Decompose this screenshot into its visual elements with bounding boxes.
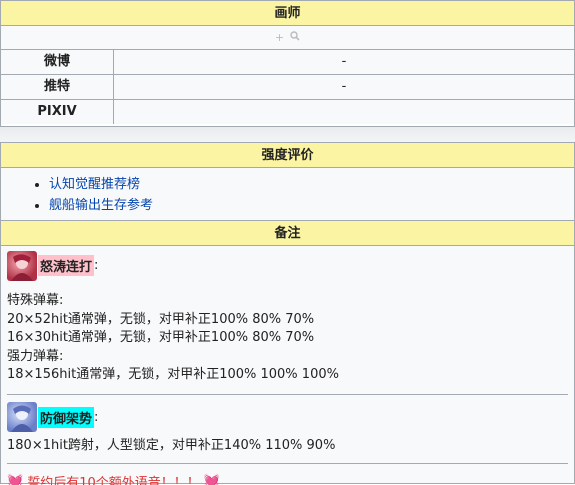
skill-icon-blue — [7, 402, 37, 432]
skill1-line: 强力弹幕: — [7, 348, 64, 364]
artist-row-pixiv: PIXIV — [1, 100, 574, 124]
oath-voice-note: 💓 誓约后有10个额外语音！！！ 💓 — [7, 472, 568, 485]
skill-colon: : — [94, 258, 99, 273]
artist-toolbar: + — [1, 26, 574, 50]
notes-header: 备注 — [1, 221, 574, 246]
rating-header: 强度评价 — [1, 143, 574, 168]
list-item: 舰船输出生存参考 — [49, 195, 574, 216]
rating-link-output-survival[interactable]: 舰船输出生存参考 — [49, 198, 153, 213]
divider — [7, 463, 568, 464]
row-label: 微博 — [1, 50, 114, 74]
row-label: PIXIV — [1, 100, 114, 124]
rating-table: 强度评价 认知觉醒推荐榜 舰船输出生存参考 — [0, 142, 575, 221]
artist-table: 画师 + 微博 - 推特 - PIXIV — [0, 0, 575, 127]
rating-link-awakening[interactable]: 认知觉醒推荐榜 — [49, 177, 140, 192]
notes-table: 备注 怒涛连打 : 特殊弹幕: 20×52hit通常弹，无锁，对甲补正100% … — [0, 220, 575, 485]
skill1-line: 18×156hit通常弹，无锁，对甲补正100% 100% 100% — [7, 367, 339, 382]
rating-link-list: 认知觉醒推荐榜 舰船输出生存参考 — [1, 168, 574, 220]
skill-colon: : — [94, 409, 99, 425]
skill-name-1: 怒涛连打 — [38, 255, 95, 276]
skill-name-2: 防御架势 — [38, 406, 95, 428]
artist-header: 画师 — [1, 1, 574, 26]
heart-icon: 💓 — [7, 474, 24, 485]
list-item: 认知觉醒推荐榜 — [49, 174, 574, 195]
section-gap — [0, 127, 575, 142]
search-icon[interactable] — [290, 31, 300, 44]
divider — [7, 393, 568, 395]
skill2-line: 180×1hit跨射，人型锁定，对甲补正140% 110% 90% — [7, 437, 336, 453]
notes-body: 怒涛连打 : 特殊弹幕: 20×52hit通常弹，无锁，对甲补正100% 80%… — [1, 246, 574, 485]
oath-voice-text: 誓约后有10个额外语音！！！ — [27, 476, 200, 485]
skill-title-1: 怒涛连打 : — [7, 249, 568, 282]
skill-title-2: 防御架势 : — [7, 401, 568, 434]
skill-icon-red — [7, 250, 37, 281]
heart-icon: 💓 — [203, 474, 220, 485]
artist-row-weibo: 微博 - — [1, 50, 574, 75]
artist-row-twitter: 推特 - — [1, 75, 574, 100]
row-value — [114, 100, 574, 124]
row-value: - — [341, 54, 347, 69]
row-value: - — [341, 79, 347, 94]
skill1-line: 特殊弹幕: — [7, 293, 64, 308]
row-label: 推特 — [1, 75, 114, 99]
plus-icon[interactable]: + — [275, 31, 284, 44]
skill1-line: 20×52hit通常弹，无锁，对甲补正100% 80% 70% — [7, 311, 315, 327]
skill1-line: 16×30hit通常弹，无锁，对甲补正100% 80% 70% — [7, 330, 315, 345]
